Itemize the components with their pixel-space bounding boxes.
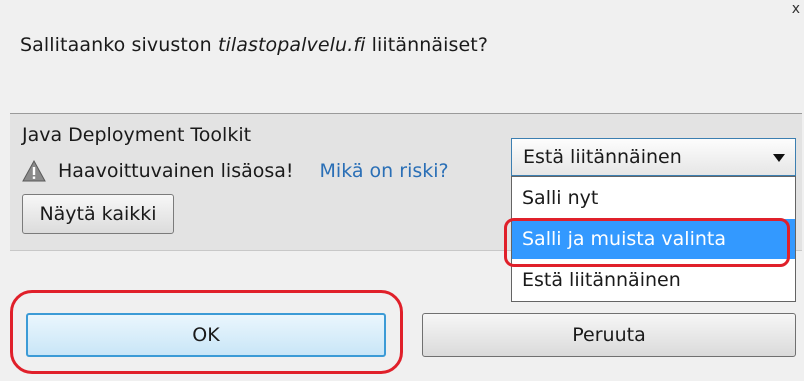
plugin-action-select[interactable]: Estä liitännäinen xyxy=(511,138,796,176)
warning-row: Haavoittuvainen lisäosa! Mikä on riski? xyxy=(22,158,449,184)
ok-highlight-ring xyxy=(10,290,403,374)
question-prefix: Sallitaanko sivuston xyxy=(20,34,218,56)
warning-text: Haavoittuvainen lisäosa! xyxy=(58,160,294,182)
close-icon[interactable]: x xyxy=(792,2,800,16)
plugin-name: Java Deployment Toolkit xyxy=(22,124,252,146)
dialog-question: Sallitaanko sivuston tilastopalvelu.fi l… xyxy=(20,34,488,56)
chevron-down-icon[interactable] xyxy=(773,154,785,162)
option-highlight-ring xyxy=(504,218,790,267)
site-name: tilastopalvelu.fi xyxy=(217,34,366,56)
cancel-button[interactable]: Peruuta xyxy=(422,313,796,357)
question-suffix: liitännäiset? xyxy=(365,34,489,56)
warning-triangle-icon xyxy=(22,160,46,182)
option-allow-now[interactable]: Salli nyt xyxy=(512,178,795,218)
select-value: Estä liitännäinen xyxy=(523,146,682,168)
show-all-button[interactable]: Näytä kaikki xyxy=(22,194,174,234)
risk-link[interactable]: Mikä on riski? xyxy=(320,160,449,182)
